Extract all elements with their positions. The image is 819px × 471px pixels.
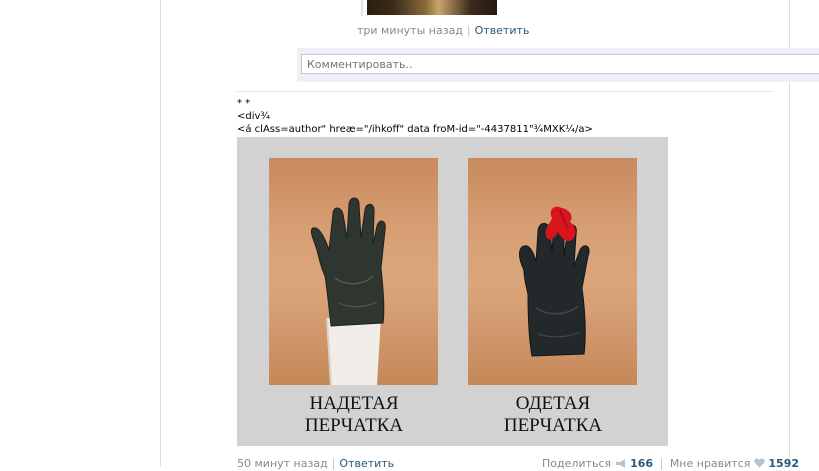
previous-post-time[interactable]: три минуты назад [357, 24, 463, 37]
post-image[interactable]: НАДЕТАЯ ПЕРЧАТКА ОДЕТАЯ ПЕРЧАТКА [237, 137, 668, 446]
caption-line: ПЕРЧАТКА [503, 415, 603, 436]
megaphone-icon [615, 458, 627, 471]
worn-glove-illustration [310, 197, 386, 385]
post-time[interactable]: 50 минут назад [237, 457, 328, 470]
previous-post-meta: три минуты назад | Ответить [357, 24, 530, 37]
post-meta: 50 минут назад | Ответить [237, 457, 395, 470]
like-count: 1592 [768, 457, 800, 470]
dressed-glove-photo [468, 158, 637, 385]
post-text-line: * * [237, 98, 251, 109]
comment-box [297, 48, 819, 82]
feed-left-border [160, 0, 161, 467]
post-text-line: <á clAss=author" hreæ="/ihkoff" data fro… [237, 124, 593, 135]
caption-line: ОДЕТАЯ [515, 393, 591, 414]
share-button[interactable]: Поделиться 166 [542, 457, 653, 470]
post-actions: Поделиться 166 | Мне нравится 1592 [542, 457, 799, 471]
post-text-line: <div¾ [237, 111, 271, 122]
post-text: * * <div¾ <á clAss=author" hreæ="/ihkoff… [237, 97, 593, 136]
comment-input[interactable] [301, 54, 819, 74]
like-label: Мне нравится [669, 457, 751, 470]
caption-line: ПЕРЧАТКА [304, 415, 404, 436]
post-divider [236, 91, 774, 92]
share-label: Поделиться [542, 457, 612, 470]
caption-worn: НАДЕТАЯ ПЕРЧАТКА [269, 393, 439, 437]
previous-post-photo[interactable] [367, 0, 497, 15]
like-button[interactable]: Мне нравится 1592 [670, 457, 799, 470]
heart-icon [754, 458, 765, 471]
caption-line: НАДЕТАЯ [309, 393, 399, 414]
caption-dressed: ОДЕТАЯ ПЕРЧАТКА [468, 393, 638, 437]
previous-post-reply-link[interactable]: Ответить [475, 24, 530, 37]
worn-glove-photo [269, 158, 438, 385]
separator: | [659, 457, 664, 470]
share-count: 166 [630, 457, 654, 470]
dressed-glove-illustration [519, 206, 590, 357]
quote-bar [361, 0, 363, 16]
post-reply-link[interactable]: Ответить [339, 457, 394, 470]
